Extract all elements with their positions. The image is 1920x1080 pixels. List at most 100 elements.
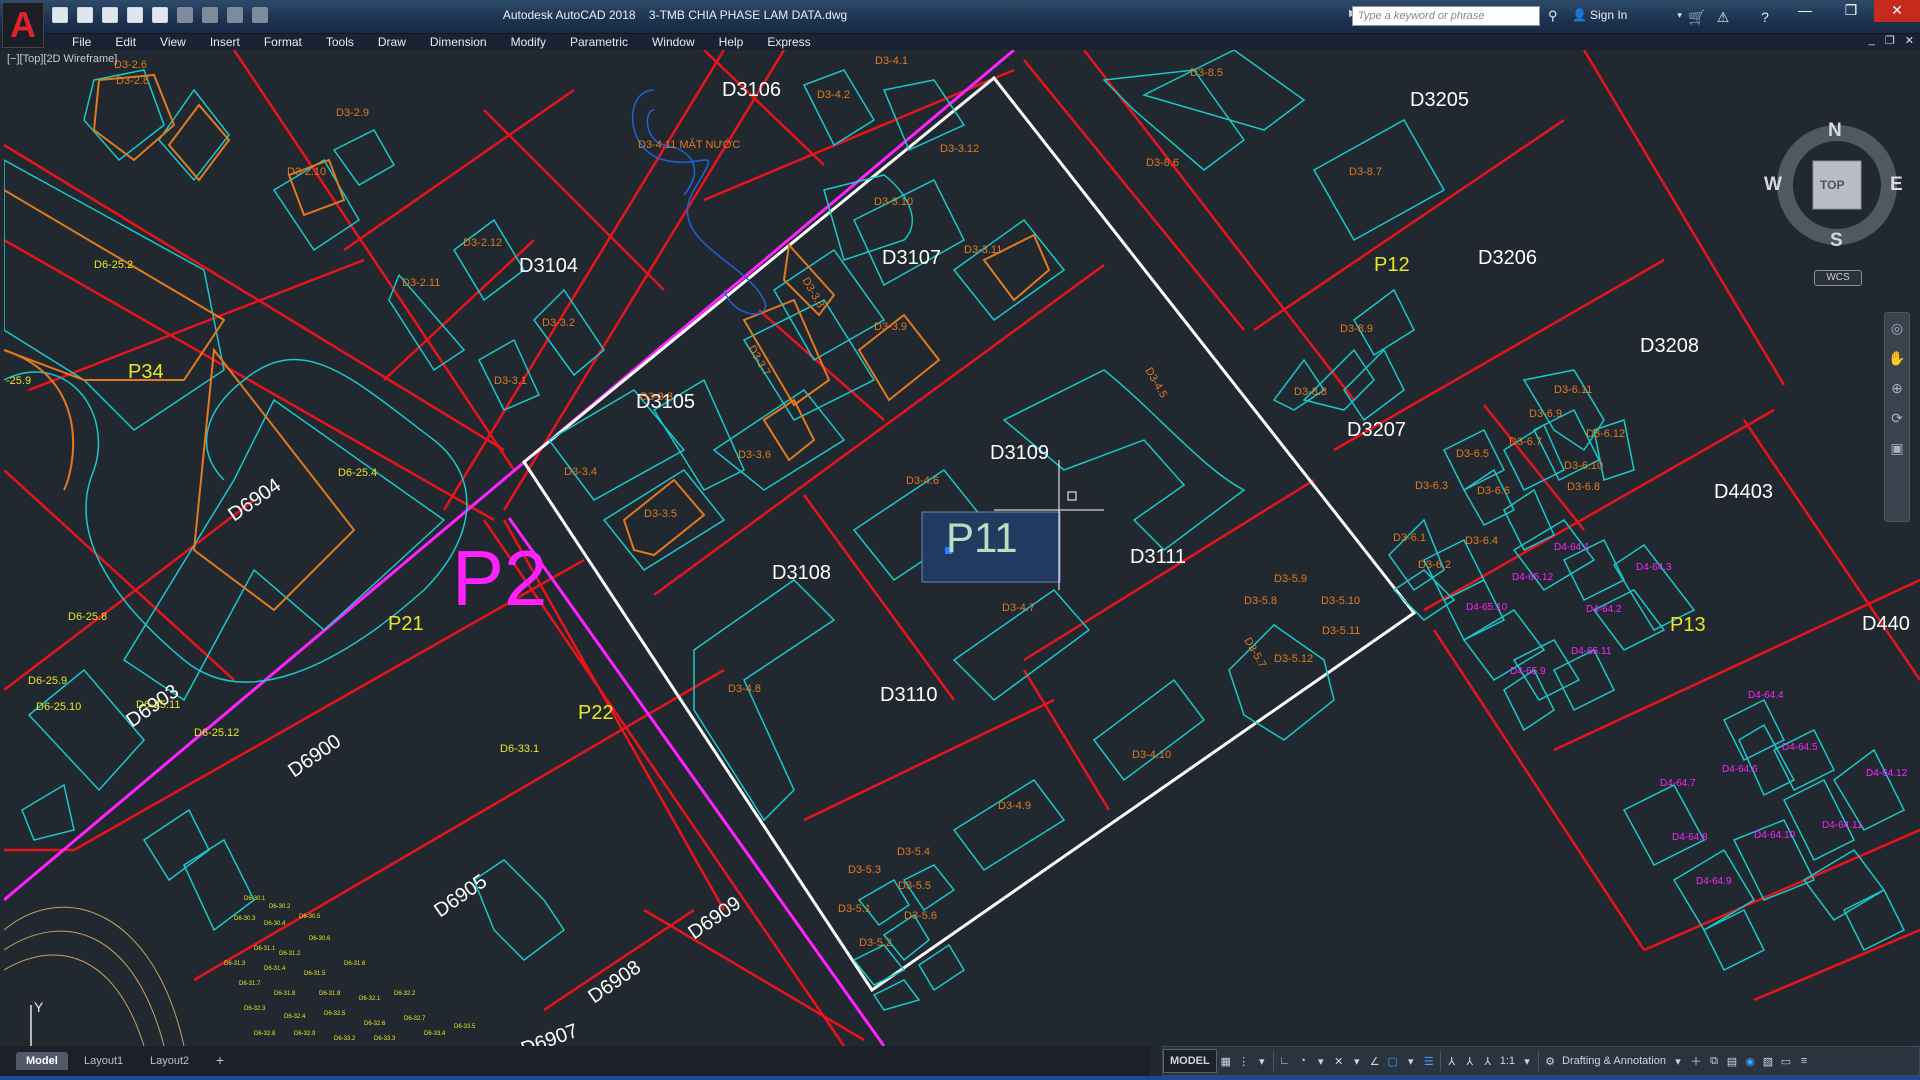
lot-label[interactable]: D6-25.9 — [28, 675, 67, 687]
workspace-gear-icon[interactable]: ⚙ — [1541, 1049, 1559, 1073]
menu-modify[interactable]: Modify — [499, 34, 558, 50]
compass-east[interactable]: E — [1890, 174, 1903, 196]
lot-label[interactable]: D3-6.10 — [1564, 460, 1603, 472]
application-menu-button[interactable]: A — [2, 2, 44, 48]
lot-label[interactable]: D4-65.12 — [1512, 572, 1554, 583]
tab-layout2[interactable]: Layout2 — [140, 1052, 199, 1070]
block-label[interactable]: D4403 — [1714, 481, 1773, 503]
close-button[interactable]: ✕ — [1874, 0, 1920, 22]
menu-help[interactable]: Help — [707, 34, 756, 50]
lot-label[interactable]: D3-2.9 — [336, 107, 369, 119]
lot-label[interactable]: D3-2.12 — [463, 237, 502, 249]
orbit-icon[interactable]: ⟳ — [1885, 403, 1909, 433]
lot-label[interactable]: D3-5.11 — [1322, 625, 1360, 637]
wcs-menu-button[interactable]: WCS — [1814, 270, 1862, 286]
ortho-icon[interactable]: ∟ — [1276, 1049, 1294, 1073]
lot-label[interactable]: D3-6.12 — [1586, 428, 1625, 440]
block-label[interactable]: D3108 — [772, 562, 831, 584]
lot-label[interactable]: D3-5.8 — [1244, 595, 1277, 607]
block-label[interactable]: D3109 — [990, 442, 1049, 464]
showmotion-icon[interactable]: ▣ — [1885, 433, 1909, 463]
block-label[interactable]: D6900 — [284, 730, 345, 782]
annotation-scale-icon[interactable]: ⅄ — [1479, 1049, 1497, 1073]
lot-label[interactable]: D3-6.7 — [1509, 436, 1542, 448]
block-label[interactable]: D440 — [1862, 613, 1910, 635]
menu-window[interactable]: Window — [640, 34, 707, 50]
chevron-down-icon[interactable]: ▾ — [1402, 1049, 1420, 1073]
lot-label[interactable]: D3-3.3 — [640, 391, 673, 403]
tab-layout1[interactable]: Layout1 — [74, 1052, 133, 1070]
chevron-down-icon[interactable]: ▾ — [1669, 1049, 1687, 1073]
lot-label[interactable]: D6-25.11 — [136, 699, 180, 711]
snap-icon[interactable]: ⋮ — [1235, 1049, 1253, 1073]
lot-label[interactable]: D3-5.9 — [1274, 573, 1307, 585]
lot-label[interactable]: D3-6.3 — [1415, 480, 1448, 492]
lot-label[interactable]: D4-64.3 — [1636, 562, 1672, 573]
lot-label[interactable]: D4-64.9 — [1696, 876, 1732, 887]
zone-label[interactable]: P12 — [1374, 254, 1410, 276]
menu-file[interactable]: File — [60, 34, 103, 50]
lot-label[interactable]: D3-5.2 — [859, 937, 892, 949]
lot-label[interactable]: D4-64.10 — [1754, 830, 1796, 841]
annotation-scale-value[interactable]: 1:1 — [1497, 1049, 1518, 1073]
lot-label[interactable]: D3-3.12 — [940, 143, 979, 155]
lot-label[interactable]: D3-6.9 — [1529, 408, 1562, 420]
lot-label[interactable]: D3-5.12 — [1274, 653, 1313, 665]
model-space-toggle[interactable]: MODEL — [1163, 1049, 1217, 1073]
lot-label[interactable]: D3-8.9 — [1340, 323, 1373, 335]
lot-label[interactable]: D3-6.5 — [1456, 448, 1489, 460]
lot-label[interactable]: D3-5.3 — [848, 864, 881, 876]
lot-label[interactable]: D4-65.10 — [1466, 602, 1508, 613]
lot-label[interactable]: D6-25.8 — [68, 611, 107, 623]
lot-label[interactable]: D3-3.11 — [964, 244, 1002, 256]
block-label[interactable]: D3205 — [1410, 89, 1469, 111]
zone-label[interactable]: P21 — [388, 613, 424, 635]
lot-label[interactable]: D3-5.6 — [904, 910, 937, 922]
block-label[interactable]: D3104 — [519, 255, 578, 277]
quick-properties-icon[interactable]: ▤ — [1723, 1049, 1741, 1073]
block-label[interactable]: D3207 — [1347, 419, 1406, 441]
lot-label[interactable]: D3-3.2 — [542, 317, 575, 329]
menu-draw[interactable]: Draw — [366, 34, 418, 50]
lot-label[interactable]: D3-6.11 — [1554, 384, 1592, 396]
block-label[interactable]: D3106 — [722, 79, 781, 101]
lot-label[interactable]: D3-4.5 — [1142, 366, 1169, 401]
block-label[interactable]: D6909 — [684, 892, 745, 944]
lot-label[interactable]: D3-6.1 — [1393, 532, 1426, 544]
lot-label[interactable]: D3-3.6 — [738, 449, 771, 461]
exchange-icon[interactable]: ⚠ — [1714, 8, 1732, 26]
lot-label[interactable]: D4-64.2 — [1586, 604, 1622, 615]
compass-west[interactable]: W — [1764, 174, 1782, 196]
lot-label[interactable]: D4-64.4 — [1748, 690, 1784, 701]
view-cube-top-face[interactable]: TOP — [1820, 178, 1844, 192]
lot-label[interactable]: D4-64.6 — [1722, 764, 1758, 775]
menu-tools[interactable]: Tools — [314, 34, 366, 50]
lot-label[interactable]: D3-5.5 — [898, 880, 931, 892]
lot-label[interactable]: D4-64.11 — [1822, 820, 1863, 831]
lot-label[interactable]: D3-3.5 — [644, 508, 677, 520]
steering-wheel-icon[interactable]: ◎ — [1885, 313, 1909, 343]
graphics-performance-icon[interactable]: ▧ — [1759, 1049, 1777, 1073]
chevron-down-icon[interactable]: ▾ — [1312, 1049, 1330, 1073]
zoom-icon[interactable]: ⊕ — [1885, 373, 1909, 403]
clean-screen-icon[interactable]: ▭ — [1777, 1049, 1795, 1073]
lot-label[interactable]: D3-4.2 — [817, 89, 850, 101]
menu-express[interactable]: Express — [755, 34, 822, 50]
sign-in-button[interactable]: 👤 Sign In ▾ — [1572, 8, 1682, 22]
lot-label[interactable]: D3-5.4 — [897, 846, 930, 858]
view-cube[interactable]: N S E W TOP — [1764, 120, 1903, 252]
compass-south[interactable]: S — [1830, 230, 1843, 252]
lot-label[interactable]: D3-8.5 — [1190, 67, 1223, 79]
viewport-controls[interactable]: [−][Top][2D Wireframe] — [7, 53, 117, 65]
lot-label[interactable]: D3-4.1 — [875, 55, 908, 67]
help-icon[interactable]: ? — [1756, 8, 1774, 26]
object-snap-tracking-icon[interactable]: ∠ — [1366, 1049, 1384, 1073]
lot-label[interactable]: D3-6.4 — [1465, 535, 1498, 547]
lot-label[interactable]: D4-65.9 — [1510, 666, 1546, 677]
lot-label[interactable]: D3-8.8 — [1294, 386, 1327, 398]
lot-label[interactable]: D3-4.7 — [1002, 602, 1035, 614]
doc-minimize-button[interactable]: _ — [1869, 34, 1875, 47]
search-input[interactable]: Type a keyword or phrase — [1352, 6, 1540, 26]
customization-icon[interactable]: ≡ — [1795, 1049, 1813, 1073]
block-label[interactable]: D3206 — [1478, 247, 1537, 269]
